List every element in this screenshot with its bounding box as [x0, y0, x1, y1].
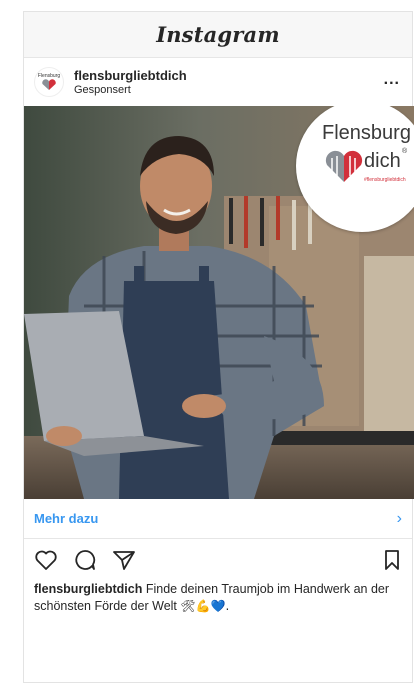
bookmark-icon[interactable] [384, 550, 400, 575]
avatar[interactable]: Flensburg [34, 67, 64, 97]
post-image[interactable]: Flensburg dich ® #flensburgliebtdich [24, 106, 414, 499]
badge-word: dich [364, 150, 401, 172]
name-block: flensburgliebtdich Gesponsert [74, 68, 187, 97]
learn-more-button[interactable]: Mehr dazu › [24, 499, 412, 539]
sponsored-label: Gesponsert [74, 83, 131, 96]
comment-icon[interactable] [73, 549, 97, 571]
caption-username[interactable]: flensburgliebtdich [34, 582, 142, 596]
more-options-button[interactable]: ... [384, 72, 400, 88]
post-username[interactable]: flensburgliebtdich [74, 68, 187, 83]
badge-hashtag: #flensburgliebtdich [364, 177, 406, 183]
heart-icon[interactable] [34, 549, 58, 571]
chevron-right-icon: › [396, 509, 402, 527]
learn-more-label: Mehr dazu [34, 511, 99, 526]
heart-logo-icon [42, 79, 56, 90]
registered-mark: ® [402, 148, 408, 155]
caption-emojis: 🛠💪💙. [180, 599, 230, 613]
badge-title: Flensburg [322, 122, 411, 144]
instagram-logo[interactable]: Instagram [156, 22, 280, 47]
post-caption: flensburgliebtdich Finde deinen Traumjob… [24, 581, 412, 615]
instagram-ad-frame: Instagram Flensburg flensburgliebtdich G… [23, 11, 414, 683]
app-header: Instagram [24, 12, 412, 58]
post-actions [24, 539, 412, 581]
heart-logo-icon [325, 150, 363, 182]
paper-plane-icon[interactable] [112, 549, 136, 571]
post-header: Flensburg flensburgliebtdich Gesponsert … [24, 58, 412, 106]
